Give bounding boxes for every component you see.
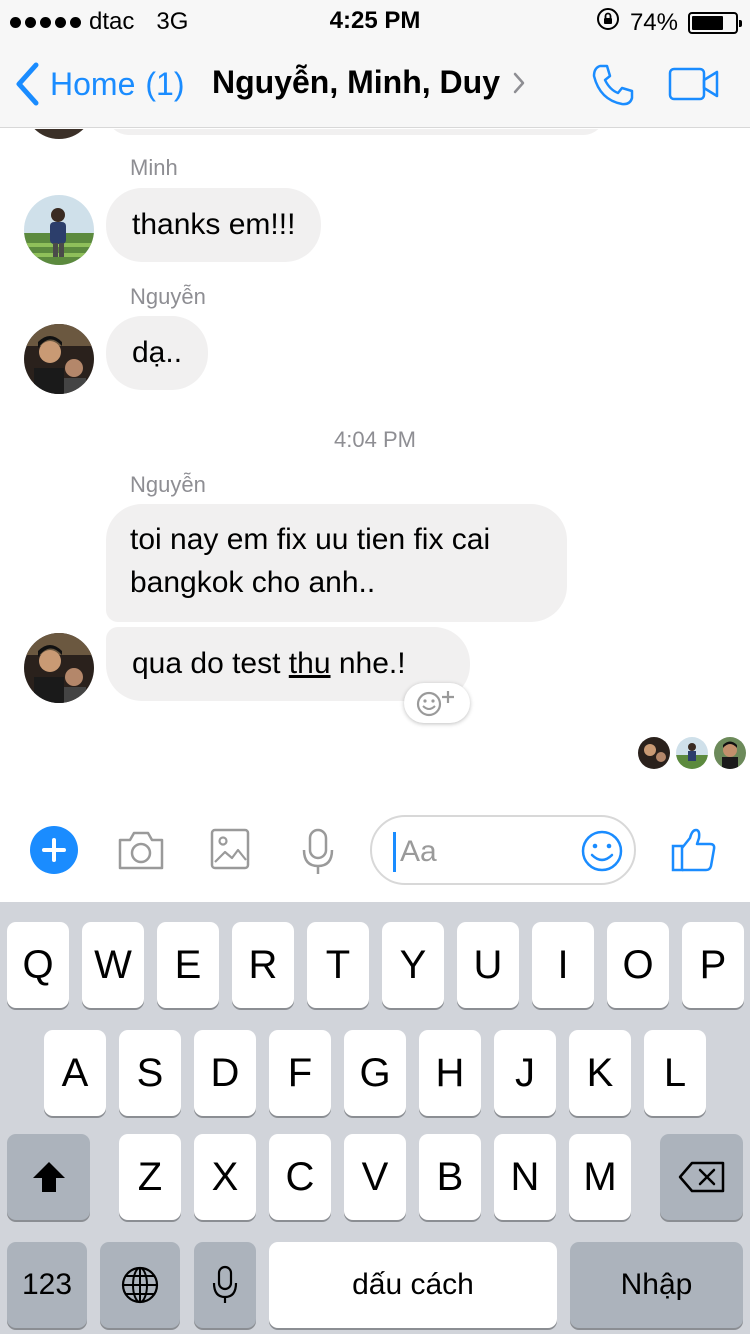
key-t[interactable]: T: [307, 922, 369, 1008]
return-key[interactable]: Nhập: [570, 1242, 743, 1328]
dictation-key[interactable]: [194, 1242, 256, 1328]
phone-call-button[interactable]: [590, 62, 636, 113]
avatar[interactable]: [24, 195, 94, 265]
plus-icon: [42, 838, 66, 862]
keyboard: 123 dấu cách Nhập QWERTYUIOP ASDFGHJKL ZXC…: [0, 902, 750, 1334]
text-caret: [393, 832, 396, 872]
microphone-icon: [302, 828, 334, 874]
key-k[interactable]: K: [569, 1030, 631, 1116]
shift-icon: [32, 1162, 65, 1192]
message-bubble[interactable]: toi nay em fix uu tien fix cai bangkok c…: [106, 504, 567, 622]
seen-avatar: [714, 737, 746, 769]
space-key[interactable]: dấu cách: [269, 1242, 557, 1328]
like-button[interactable]: [670, 826, 718, 879]
sender-name: Nguyễn: [130, 284, 206, 309]
phone-icon: [592, 64, 634, 106]
message-text-line: toi nay em fix uu tien fix cai: [130, 523, 491, 556]
key-j[interactable]: J: [494, 1030, 556, 1116]
key-i[interactable]: I: [532, 922, 594, 1008]
numbers-key[interactable]: 123: [7, 1242, 87, 1328]
more-actions-button[interactable]: [30, 826, 78, 874]
key-h[interactable]: H: [419, 1030, 481, 1116]
message-bubble[interactable]: thanks em!!!: [106, 188, 322, 262]
emoji-button[interactable]: [580, 829, 624, 878]
chevron-right-icon: [513, 72, 525, 93]
sender-name: Nguyễn: [130, 472, 206, 497]
avatar[interactable]: [24, 633, 94, 703]
seen-avatar: [638, 737, 670, 769]
delete-key[interactable]: [660, 1134, 743, 1220]
back-label: Home: [50, 65, 136, 102]
key-r[interactable]: R: [232, 922, 294, 1008]
avatar[interactable]: [24, 324, 94, 394]
message-text: thanks em!!!: [132, 208, 296, 241]
key-d[interactable]: D: [194, 1030, 256, 1116]
language-key[interactable]: [100, 1242, 180, 1328]
key-f[interactable]: F: [269, 1030, 331, 1116]
key-m[interactable]: M: [569, 1134, 631, 1220]
message-text-line: bangkok cho anh..: [130, 566, 376, 599]
shift-key[interactable]: [7, 1134, 90, 1220]
key-u[interactable]: U: [457, 922, 519, 1008]
message-text: dạ..: [132, 336, 183, 369]
key-n[interactable]: N: [494, 1134, 556, 1220]
key-e[interactable]: E: [157, 922, 219, 1008]
message-text: qua do test thu nhe.!: [132, 647, 406, 680]
camera-button[interactable]: [116, 828, 166, 877]
key-z[interactable]: Z: [119, 1134, 181, 1220]
globe-icon: [121, 1266, 159, 1304]
key-v[interactable]: V: [344, 1134, 406, 1220]
conversation-title-text: Nguyễn, Minh, Duy: [212, 64, 500, 100]
message-bubble[interactable]: dạ..: [106, 316, 209, 390]
image-icon: [210, 828, 250, 870]
smiley-icon: [581, 830, 623, 872]
key-y[interactable]: Y: [382, 922, 444, 1008]
navigation-bar: Home (1) Nguyễn, Minh, Duy: [0, 40, 750, 128]
video-camera-icon: [668, 67, 719, 101]
battery-icon: [688, 11, 742, 34]
message-input[interactable]: Aa: [370, 815, 636, 885]
avatar: [24, 129, 94, 139]
key-o[interactable]: O: [607, 922, 669, 1008]
key-x[interactable]: X: [194, 1134, 256, 1220]
add-reaction-button[interactable]: [404, 683, 470, 723]
composer-bar: Aa: [0, 800, 750, 902]
unread-count: (1): [145, 65, 185, 102]
key-q[interactable]: Q: [7, 922, 69, 1008]
key-p[interactable]: P: [682, 922, 744, 1008]
voice-message-button[interactable]: [300, 828, 336, 881]
spellcheck-word[interactable]: thu: [289, 647, 331, 680]
orientation-lock-icon: [596, 7, 620, 38]
message-input-placeholder: Aa: [400, 835, 437, 868]
key-c[interactable]: C: [269, 1134, 331, 1220]
key-b[interactable]: B: [419, 1134, 481, 1220]
timestamp: 4:04 PM: [334, 427, 416, 452]
message-bubble[interactable]: [106, 129, 606, 135]
emoji-plus-icon: [416, 691, 454, 717]
microphone-icon: [212, 1265, 238, 1303]
seen-avatar: [676, 737, 708, 769]
status-bar: dtac 3G 4:25 PM 74%: [0, 0, 750, 40]
key-s[interactable]: S: [119, 1030, 181, 1116]
video-call-button[interactable]: [668, 66, 720, 107]
key-a[interactable]: A: [44, 1030, 106, 1116]
key-g[interactable]: G: [344, 1030, 406, 1116]
message-list[interactable]: Minh thanks em!!! Nguyễn dạ.. 4:04 PM Ng…: [0, 129, 750, 800]
thumbs-up-icon: [671, 828, 716, 872]
key-w[interactable]: W: [82, 922, 144, 1008]
backspace-icon: [678, 1161, 724, 1193]
sender-name: Minh: [130, 155, 178, 180]
back-button[interactable]: Home (1): [14, 62, 184, 106]
camera-icon: [118, 831, 164, 870]
photo-gallery-button[interactable]: [210, 828, 250, 875]
battery-percent: 74%: [629, 8, 678, 36]
conversation-title[interactable]: Nguyễn, Minh, Duy: [212, 64, 526, 101]
key-l[interactable]: L: [644, 1030, 706, 1116]
chevron-left-icon: [16, 62, 39, 106]
